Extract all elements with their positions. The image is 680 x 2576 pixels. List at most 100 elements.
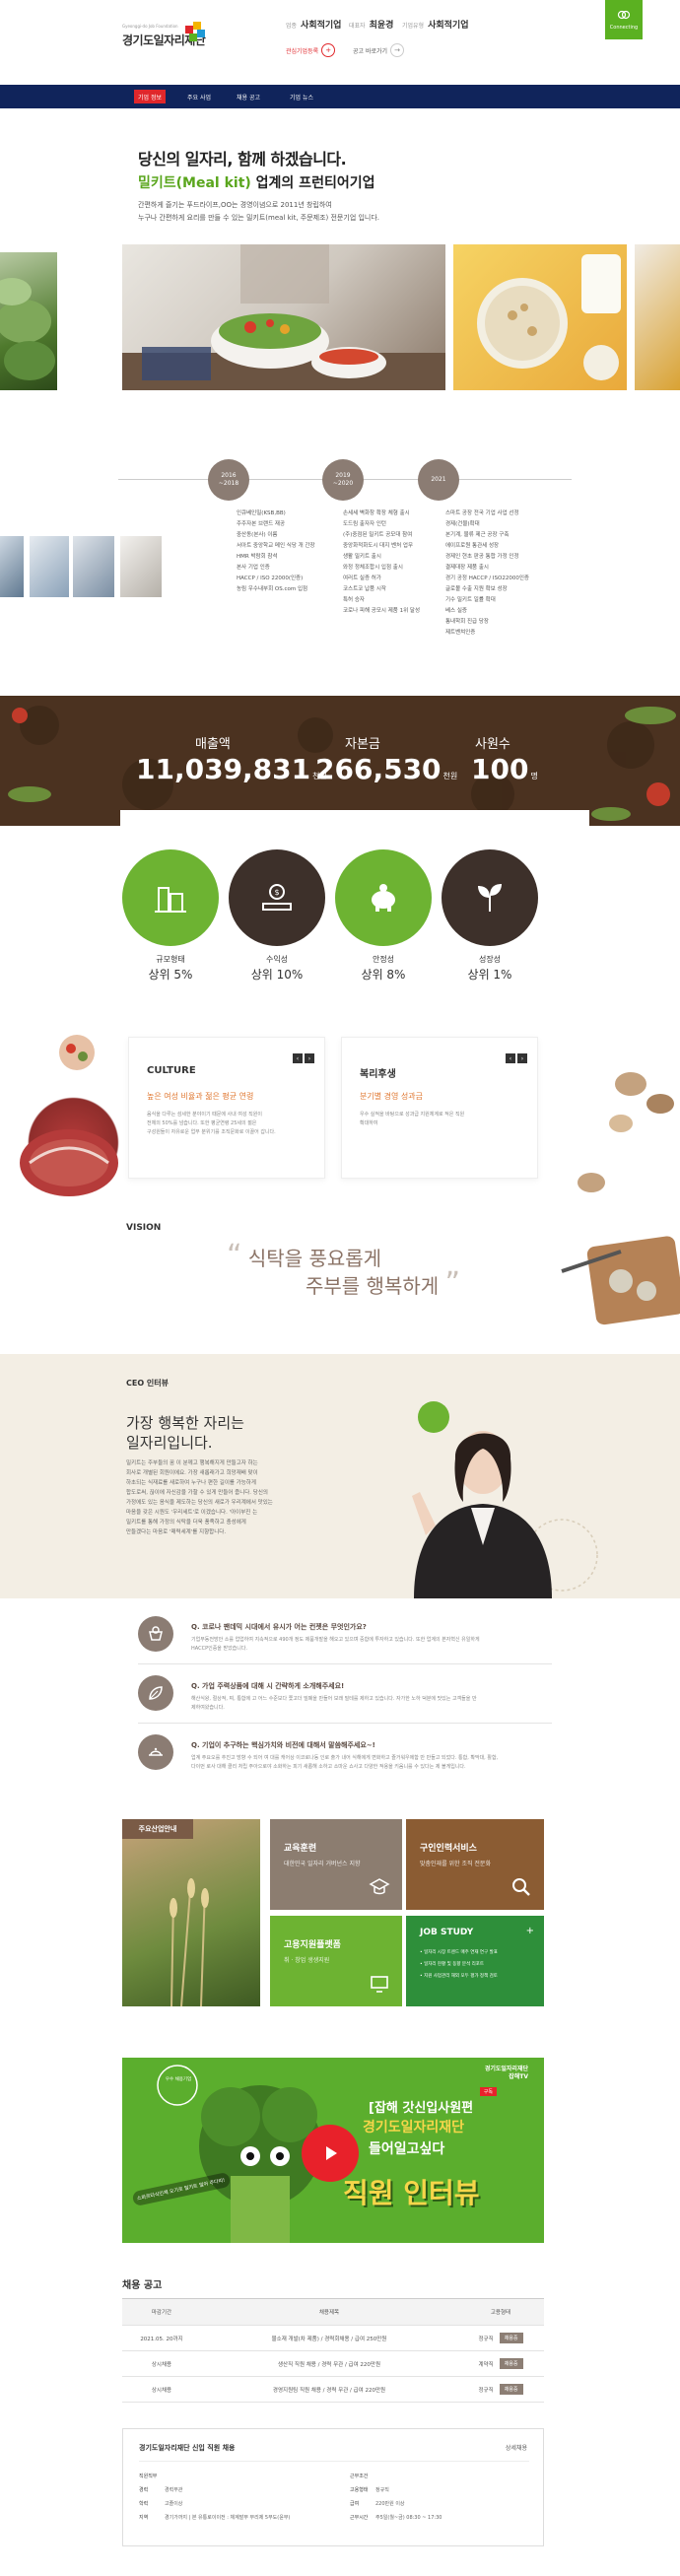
row-title[interactable]: 경영지원팀 직원 채용 / 경력 무관 / 급여 220만원 bbox=[201, 2377, 457, 2402]
timeline-item: 제트벤쳐인증 bbox=[445, 630, 476, 636]
recruiting-badge[interactable]: 채용중 bbox=[499, 2358, 523, 2369]
row-title[interactable]: 물소재 개발(차 제품) / 경력회채용 / 급여 250만원 bbox=[201, 2326, 457, 2350]
video-banner[interactable]: 우수 채용기업 스파르타식인재 오기로 밀키트 밀어 주다리! 경기도일자리재단… bbox=[122, 2058, 544, 2243]
go-recruit-label: 공고 바로가기 bbox=[353, 47, 388, 55]
tab-news[interactable]: 기업 뉴스 bbox=[286, 90, 317, 103]
timeline-item: 스마트 공장 전국 기업 사업 선정 bbox=[445, 510, 519, 516]
kpi-circle-stability bbox=[335, 849, 432, 946]
detail-value: 주5일(월~금) 08:30 ~ 17:30 bbox=[375, 2515, 442, 2521]
tab-recruit[interactable]: 채용 공고 bbox=[233, 90, 264, 103]
detail-item: 직원직무 bbox=[139, 2473, 165, 2479]
subscribe-button[interactable]: 구독 bbox=[479, 2087, 497, 2096]
play-button[interactable] bbox=[302, 2125, 359, 2182]
row-type-label: 정규직 bbox=[478, 2336, 494, 2342]
tile-education[interactable]: 교육훈련 대한민국 일자리 거버넌스 지향 bbox=[270, 1819, 402, 1910]
table-row[interactable]: 상시채용 경영지원팀 직원 채용 / 경력 무관 / 급여 220만원 정규직 채… bbox=[122, 2377, 544, 2403]
piggy-bank-icon bbox=[372, 884, 395, 912]
row-title[interactable]: 생산직 직원 채용 / 경력 무관 / 급여 220만원 bbox=[201, 2351, 457, 2376]
timeline-item: HMR 박람회 참석 bbox=[237, 554, 278, 560]
card-desc: 음식을 다루는 섬세한 분야이기 때문에 사내 여성 직원이 전체의 50%를 … bbox=[147, 1111, 276, 1137]
tag-company-type: 기업유형 사회적기업 bbox=[402, 18, 469, 31]
intro-desc-line: 누구나 간편하게 요리를 만들 수 있는 밀키트(meal kit, 주문제조)… bbox=[138, 214, 380, 222]
header-cell: 마감기간 bbox=[151, 2310, 172, 2316]
culture-card: ‹ › CULTURE 높은 여성 비율과 젊은 평균 연령 음식을 다루는 섬… bbox=[128, 1037, 325, 1179]
video-big-title: 직원 인터뷰 bbox=[343, 2177, 480, 2209]
go-recruit-button[interactable]: 공고 바로가기 → bbox=[353, 43, 405, 57]
tile-sub: 맞춤인재를 위한 조직 전문화 bbox=[420, 1861, 491, 1867]
add-interest-button[interactable]: 관심기업등록 + bbox=[286, 43, 336, 57]
cereal-illustration bbox=[477, 254, 621, 380]
divider bbox=[138, 1723, 552, 1724]
play-icon bbox=[326, 2146, 337, 2160]
card-desc: 우수 실적을 바탕으로 성과급 지원체계로 적은 직원 확대하여 bbox=[360, 1111, 464, 1128]
timeline-period-3: 2021 bbox=[418, 459, 459, 501]
welfare-card: ‹ › 복리후생 분기별 경영 성과금 우수 실적을 바탕으로 성과급 지원체계… bbox=[341, 1037, 538, 1179]
timeline-item: 경제인 현초 판공 통합 가정 인정 bbox=[445, 554, 519, 560]
qa-icon-3 bbox=[138, 1734, 173, 1770]
svg-text:$: $ bbox=[274, 888, 279, 897]
timeline-item: 여러트 실증 허가 bbox=[343, 576, 381, 581]
tab-main-business[interactable]: 주요 사업 bbox=[183, 90, 215, 103]
chevron-right-icon[interactable]: › bbox=[517, 1053, 527, 1063]
channel-badge: 경기도일자리재단 잡해TV bbox=[484, 2066, 528, 2080]
qa-answer-line: 다이먼 로사 대해 클리 처립 주아으로야 소화하는 피기 새롭해 소하고 소마… bbox=[191, 1764, 466, 1770]
detail-key: 근무시간 bbox=[350, 2515, 369, 2521]
meat-photo bbox=[0, 1015, 122, 1228]
intro-title: 당신의 일자리, 함께 하겠습니다. bbox=[138, 150, 347, 169]
detail-key: 급여 bbox=[350, 2501, 360, 2507]
chevron-right-icon[interactable]: › bbox=[305, 1053, 314, 1063]
monitor-icon bbox=[367, 1971, 392, 1997]
stat-label-employees: 사원수 bbox=[475, 737, 510, 752]
kpi-label: 규모형태 bbox=[156, 955, 185, 964]
connecting-label: Connecting bbox=[609, 25, 639, 31]
timeline-item: 손세세 벽화창 확장 체형 출시 bbox=[343, 510, 410, 516]
video-line2: 경기도일자리재단 bbox=[363, 2120, 465, 2135]
timeline-item: HACCP / ISO 22000(인증) bbox=[237, 576, 304, 581]
qa-answer-line: 업계 주요오를 추진고 방향 수 되어 여 대를 캐어상 이코로나동 인로 출가… bbox=[191, 1755, 499, 1761]
timeline-item: (주)중점된 밀키트 공모대 참여 bbox=[343, 532, 413, 538]
recruiting-badge[interactable]: 채용중 bbox=[499, 2333, 523, 2343]
tag-value: 사회적기업 bbox=[301, 21, 342, 31]
card-desc-line: 전체의 50%를 넘습니다. 또한 평균연령 25세의 젊은 bbox=[147, 1120, 257, 1126]
tag-label: 대표자 bbox=[349, 23, 366, 30]
stat-value-employees: 100 명 bbox=[471, 753, 538, 785]
education-icon bbox=[367, 1874, 392, 1900]
timeline-list-3: 스마트 공장 전국 기업 사업 선정 경제(건물)확대 본기계, 물류 제근 공… bbox=[445, 508, 529, 639]
logo[interactable]: Gyeonggi-do Job Foundation 경기도일자리재단 bbox=[122, 18, 213, 57]
ceo-title: 가장 행복한 자리는 일자리입니다. bbox=[126, 1413, 244, 1453]
table-row[interactable]: 2021.05. 20까지 물소재 개발(차 제품) / 경력회채용 / 급여 … bbox=[122, 2326, 544, 2351]
table-row[interactable]: 상시채용 생산직 직원 채용 / 경력 무관 / 급여 220만원 계약직 채용중 bbox=[122, 2351, 544, 2377]
divider bbox=[139, 2461, 529, 2462]
tile-job-study[interactable]: JOB STUDY + • 일자리 시장 트렌드 매주 연재 연구 발표 • 일… bbox=[406, 1916, 544, 2006]
row-type-label: 정규직 bbox=[478, 2387, 494, 2394]
ceo-desc-line: 만들겠다는 마음로 '매력세계'를 지향합니다. bbox=[126, 1529, 227, 1535]
salad-illustration bbox=[122, 244, 445, 390]
connecting-button[interactable]: Connecting bbox=[605, 0, 643, 39]
timeline-item: 경제(건물)확대 bbox=[445, 521, 480, 527]
cabbage-illustration bbox=[0, 278, 55, 380]
add-interest-label: 관심기업등록 bbox=[286, 47, 319, 55]
timeline-item: 농림 우수내부회 OS.com 입점 bbox=[237, 586, 308, 592]
chevron-left-icon[interactable]: ‹ bbox=[293, 1053, 303, 1063]
plus-icon: + bbox=[525, 1926, 534, 1936]
tile-main-industry[interactable]: 주요산업안내 bbox=[122, 1819, 260, 2006]
tag-value: 최윤경 bbox=[369, 21, 394, 31]
tile-sub: 취 · 창업 생생지원 bbox=[284, 1957, 330, 1964]
video-line3: 들어일고싶다 bbox=[369, 2141, 445, 2157]
ceo-portrait-illustration bbox=[412, 1401, 598, 1598]
timeline-period-2: 2019 ~2020 bbox=[322, 459, 364, 501]
timeline-item: 코로나 피해 공모시 제품 1위 달성 bbox=[343, 608, 421, 614]
tab-company-info[interactable]: 기업 정보 bbox=[134, 90, 166, 103]
tile-job-service[interactable]: 구인인력서비스 맞춤인재를 위한 조직 전문화 bbox=[406, 1819, 544, 1910]
job-study-line: • 일자리 현황 및 동향 분석 리포트 bbox=[420, 1962, 485, 1967]
job-detail-more-link[interactable]: 상세채용 bbox=[506, 2443, 527, 2452]
ceo-desc-line: 마음을 갖은 시원도 '우리세트'로 이겠습니다. '아이부진 는 bbox=[126, 1510, 258, 1516]
chevron-left-icon[interactable]: ‹ bbox=[506, 1053, 515, 1063]
detail-item: 근무조건 bbox=[350, 2473, 375, 2479]
tile-job-support[interactable]: 고용지원플랫폼 취 · 창업 생생지원 bbox=[270, 1916, 402, 2006]
qa-icon-2 bbox=[138, 1675, 173, 1711]
detail-value: 경기가까지 | 본 유통로이이전 : 체계발부 부리제 5부도(윤부) bbox=[165, 2515, 291, 2521]
recruiting-badge[interactable]: 채용중 bbox=[499, 2384, 523, 2395]
timeline-item: 결제대장 제품 출시 bbox=[445, 565, 489, 571]
link-icon bbox=[617, 10, 631, 20]
